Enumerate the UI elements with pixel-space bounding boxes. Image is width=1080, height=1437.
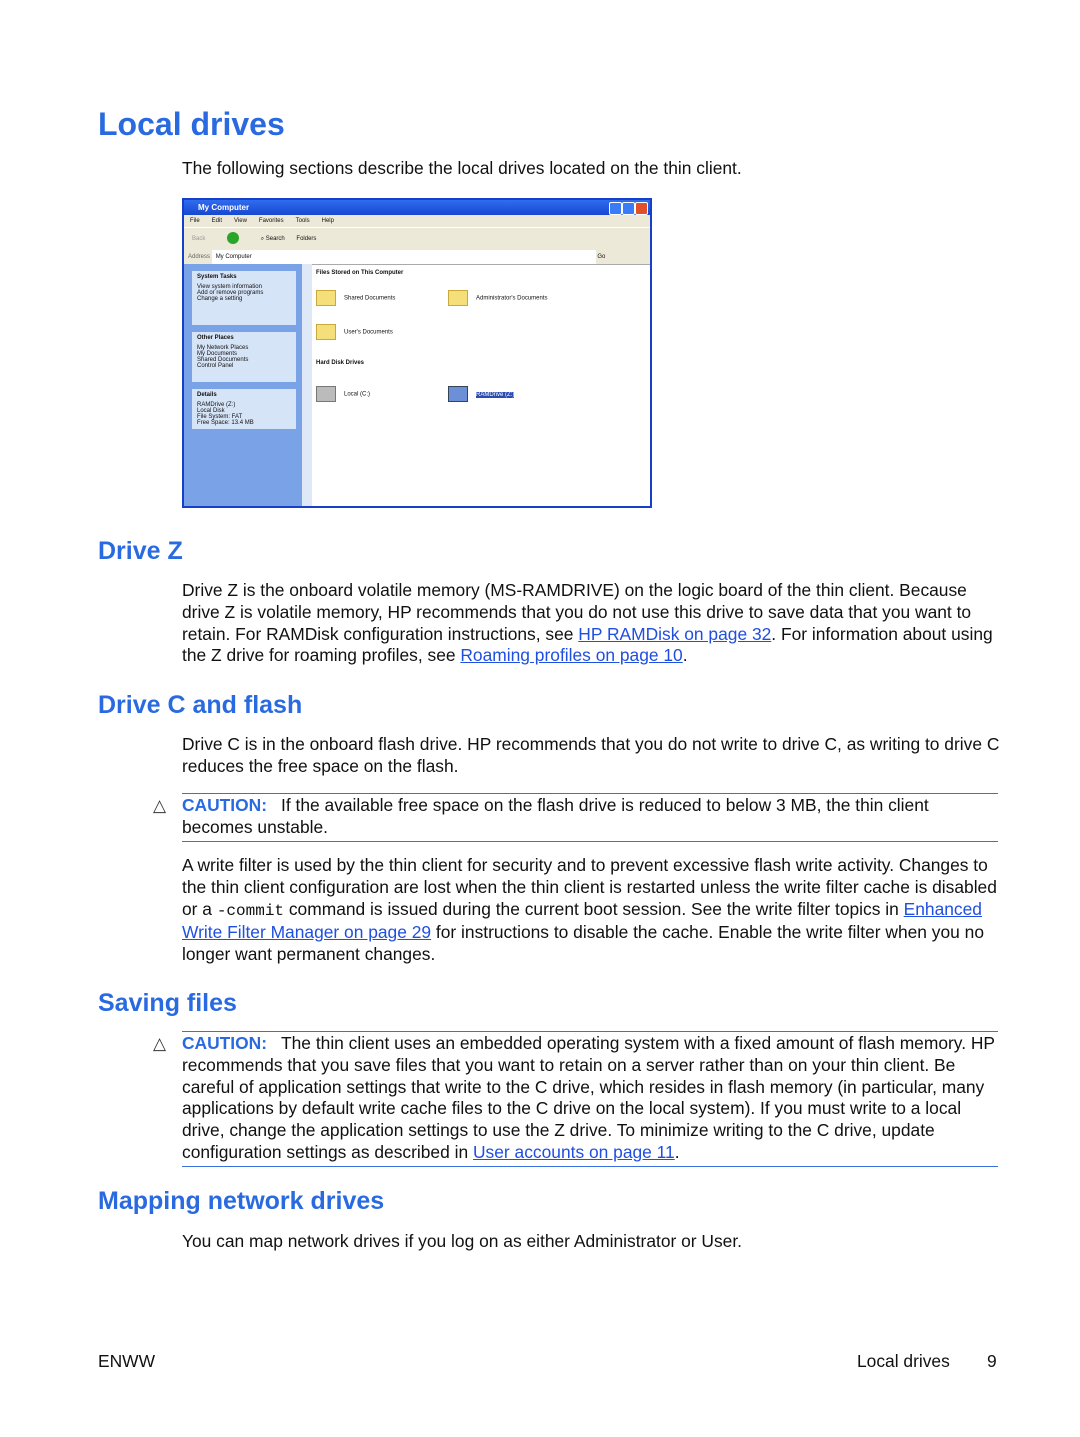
address-label: Address [188, 254, 211, 260]
back-button: Back [192, 236, 206, 242]
details-panel: Details RAMDrive (Z:) Local Disk File Syst… [192, 389, 296, 429]
search-icon: ⌕ [260, 236, 265, 242]
drive-label: Local (C:) [344, 391, 371, 398]
warning-triangle-icon: △ [153, 796, 167, 815]
heading-mapping-drives: Mapping network drives [98, 1187, 385, 1215]
drives-header: Hard Disk Drives [316, 360, 365, 366]
folder-label: Shared Documents [344, 295, 396, 302]
folder-label: User's Documents [344, 329, 393, 336]
heading-saving-files: Saving files [98, 989, 237, 1017]
code-commit: -commit [216, 901, 285, 920]
drive-z-text: Drive Z is the onboard volatile memory (… [182, 580, 1000, 667]
caution-label: CAUTION: [182, 1033, 268, 1053]
detail-item: Free Space: 13.4 MB [197, 420, 254, 426]
text: command is issued during the current boo… [284, 898, 904, 919]
menu-file: File [190, 218, 200, 224]
caution-box: △ CAUTION: If the available free space on … [153, 793, 998, 842]
close-icon [635, 202, 648, 215]
scrollbar [302, 264, 312, 506]
caution-label: CAUTION: [182, 795, 268, 815]
address-value: My Computer [211, 250, 596, 264]
folder-icon [316, 290, 336, 306]
menu-help: Help [321, 218, 334, 224]
folder-label: Administrator's Documents [476, 295, 548, 302]
heading-drive-z: Drive Z [98, 537, 183, 565]
document-page: Local drives The following sections desc… [0, 0, 1080, 1437]
other-places-panel: Other Places My Network Places My Documen… [192, 332, 296, 382]
minimize-icon [609, 202, 622, 215]
system-tasks-panel: System Tasks View system information Add … [192, 271, 296, 325]
toolbar: Back ⌕ Search Folders [184, 227, 650, 250]
menu-bar: File Edit View Favorites Tools Help [184, 215, 650, 227]
menu-view: View [234, 218, 247, 224]
text: . [682, 645, 688, 666]
footer-section: Local drives [857, 1351, 950, 1371]
heading-drive-c: Drive C and flash [98, 691, 303, 719]
my-computer-screenshot: My Computer File Edit View Favorites Tools He… [182, 198, 652, 508]
ramdisk-link[interactable]: HP RAMDisk on page 32 [578, 624, 771, 644]
menu-edit: Edit [211, 218, 223, 224]
panel-title: System Tasks [197, 274, 237, 280]
window-titlebar: My Computer [184, 200, 650, 215]
hard-drive-icon [448, 386, 468, 402]
go-button: Go [597, 254, 606, 260]
folder-icon [316, 324, 336, 340]
text: . [674, 1141, 680, 1162]
drive-label: RAMDrive (Z:) [476, 391, 515, 398]
mapping-text: You can map network drives if you log on… [182, 1231, 742, 1251]
maximize-icon [622, 202, 635, 215]
files-header: Files Stored on This Computer [316, 270, 404, 276]
explorer-content: Files Stored on This Computer Shared Doc… [316, 270, 650, 506]
search-button: Search [265, 236, 285, 242]
page-number: 9 [987, 1351, 997, 1371]
panel-title: Details [197, 392, 217, 398]
folder-icon [448, 290, 468, 306]
drive-c-text: Drive C is in the onboard flash drive. H… [182, 734, 1000, 776]
menu-favorites: Favorites [258, 218, 284, 224]
intro-text: The following sections describe the loca… [182, 158, 742, 178]
page-title: Local drives [98, 106, 285, 142]
user-accounts-link[interactable]: User accounts on page 11 [473, 1142, 675, 1162]
address-bar: Address My Computer Go [184, 250, 650, 265]
hard-drive-icon [316, 386, 336, 402]
window-title: My Computer [198, 203, 250, 212]
roaming-profiles-link[interactable]: Roaming profiles on page 10 [460, 645, 682, 665]
forward-icon [227, 232, 240, 245]
write-filter-text: A write filter is used by the thin clien… [182, 855, 1000, 966]
folders-button: Folders [296, 236, 317, 242]
panel-title: Other Places [197, 335, 234, 341]
task-pane: System Tasks View system information Add … [184, 264, 302, 506]
caution-box: △ CAUTION: The thin client uses an embedde… [153, 1031, 998, 1167]
menu-tools: Tools [295, 218, 310, 224]
caution-text: If the available free space on the flash… [182, 795, 929, 837]
warning-triangle-icon: △ [153, 1034, 167, 1053]
footer-left: ENWW [98, 1351, 155, 1371]
